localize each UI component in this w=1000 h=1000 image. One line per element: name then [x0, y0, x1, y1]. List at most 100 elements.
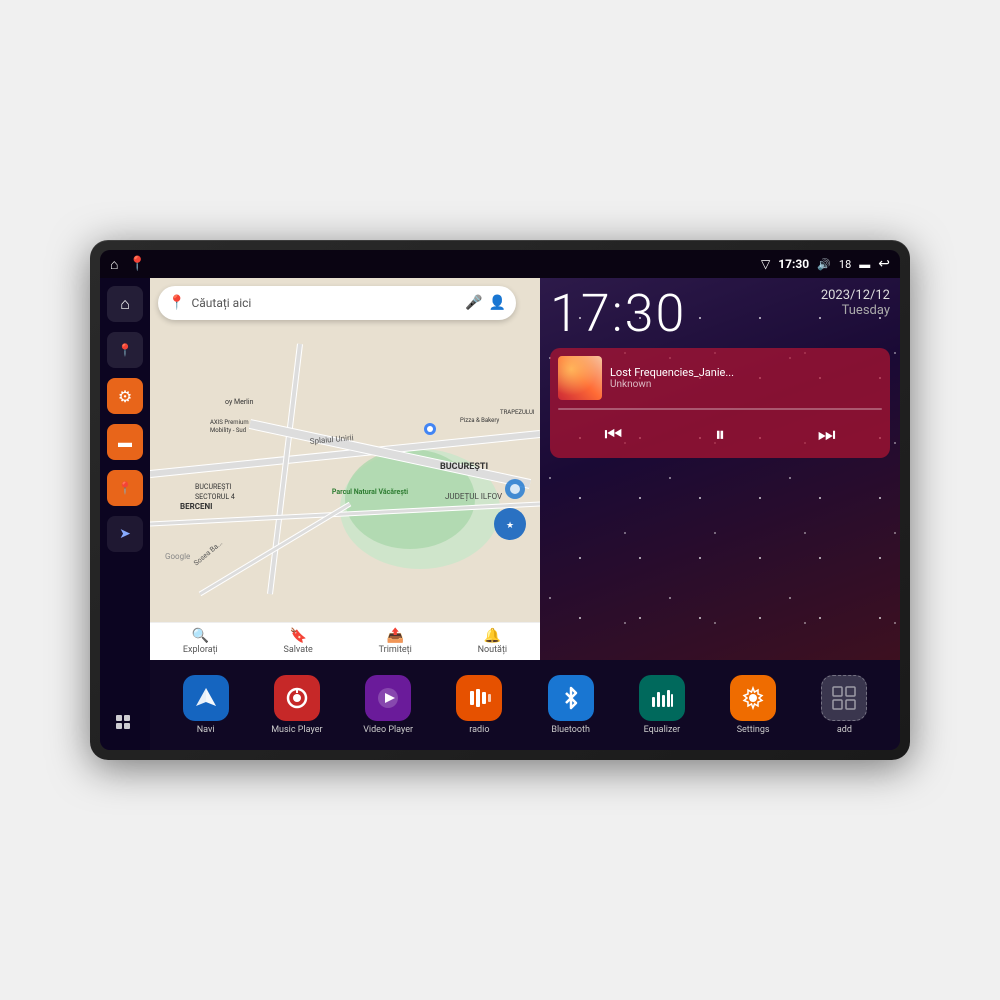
prev-button[interactable]: ⏮	[600, 418, 626, 450]
home-button[interactable]: ⌂	[107, 286, 143, 322]
clock-section: 17:30 2023/12/12 Tuesday	[550, 288, 890, 340]
location-icon: 📍	[118, 343, 133, 357]
next-button[interactable]: ⏭	[814, 418, 840, 450]
music-player-label: Music Player	[271, 725, 322, 735]
add-icon	[831, 685, 857, 711]
navi-icon-wrapper	[183, 675, 229, 721]
news-label: Noutăți	[478, 645, 508, 655]
svg-text:Mobility - Sud: Mobility - Sud	[210, 427, 246, 434]
radio-app[interactable]: radio	[449, 675, 509, 735]
radio-icon	[466, 685, 492, 711]
explore-icon: 🔍	[192, 628, 209, 644]
compass-icon: ➤	[119, 526, 131, 542]
gear-icon: ⚙	[118, 387, 132, 406]
map-view[interactable]: Splaiul Unirii BUCUREȘTI JUDEȚUL ILFOV B…	[150, 278, 540, 660]
video-icon	[375, 685, 401, 711]
center-area: 📍 Căutați aici 🎤 👤	[150, 278, 900, 750]
sidebar: ⌂ 📍 ⚙ ▬ 📍 ➤	[100, 278, 150, 750]
bluetooth-icon	[558, 685, 584, 711]
clock-date-day: Tuesday	[821, 303, 890, 318]
equalizer-label: Equalizer	[644, 725, 681, 735]
svg-text:Pizza & Bakery: Pizza & Bakery	[460, 417, 499, 424]
status-bar: ⌂ 📍 ▽ 17:30 🔊 18 ▬ ↩	[100, 250, 900, 278]
svg-text:SECTORUL 4: SECTORUL 4	[195, 493, 235, 501]
svg-text:★: ★	[506, 521, 514, 531]
files-button[interactable]: ▬	[107, 424, 143, 460]
navi-app[interactable]: Navi	[176, 675, 236, 735]
music-artist: Unknown	[610, 379, 882, 390]
clock-date-main: 2023/12/12	[821, 288, 890, 303]
album-art	[558, 356, 602, 400]
wifi-icon: ▽	[761, 257, 770, 271]
status-left: ⌂ 📍	[110, 256, 146, 273]
svg-text:Google: Google	[165, 552, 190, 561]
map-explore-button[interactable]: 🔍 Explorați	[183, 628, 218, 655]
map-icon: 📍	[118, 481, 133, 495]
bluetooth-app[interactable]: Bluetooth	[541, 675, 601, 735]
settings-icon-wrapper	[730, 675, 776, 721]
map-panel: 📍 Căutați aici 🎤 👤	[150, 278, 540, 660]
map-saved-button[interactable]: 🔖 Salvate	[284, 628, 313, 655]
music-controls: ⏮ ⏸ ⏭	[558, 418, 882, 450]
add-label: add	[837, 725, 852, 735]
folder-icon: ▬	[118, 434, 132, 451]
maps2-button[interactable]: 📍	[107, 470, 143, 506]
svg-text:JUDEȚUL ILFOV: JUDEȚUL ILFOV	[445, 492, 502, 501]
clock-time: 17:30	[550, 288, 686, 340]
battery-icon: ▬	[859, 258, 870, 271]
svg-text:BUCUREȘTI: BUCUREȘTI	[195, 483, 232, 491]
radio-label: radio	[469, 725, 489, 735]
svg-text:BUCUREȘTI: BUCUREȘTI	[440, 462, 488, 472]
settings-app[interactable]: Settings	[723, 675, 783, 735]
maps-status-icon[interactable]: 📍	[128, 256, 145, 272]
send-label: Trimiteți	[379, 645, 412, 655]
bluetooth-label: Bluetooth	[551, 725, 590, 735]
back-icon[interactable]: ↩	[878, 256, 890, 272]
google-maps-icon: 📍	[168, 295, 185, 311]
app-grid: Navi Music Player	[150, 660, 900, 750]
status-right: ▽ 17:30 🔊 18 ▬ ↩	[761, 256, 890, 272]
compass-button[interactable]: ➤	[107, 516, 143, 552]
map-send-button[interactable]: 📤 Trimiteți	[379, 628, 412, 655]
user-icon[interactable]: 👤	[489, 295, 506, 311]
svg-text:Parcul Natural Văcărești: Parcul Natural Văcărești	[332, 488, 408, 497]
svg-text:TRAPEZULUI: TRAPEZULUI	[500, 409, 535, 416]
mic-icon[interactable]: 🎤	[465, 295, 482, 311]
music-text: Lost Frequencies_Janie... Unknown	[610, 366, 882, 390]
home-status-icon[interactable]: ⌂	[110, 256, 118, 273]
settings-label: Settings	[737, 725, 770, 735]
music-player-app[interactable]: Music Player	[267, 675, 327, 735]
bluetooth-icon-wrapper	[548, 675, 594, 721]
add-app[interactable]: add	[814, 675, 874, 735]
music-progress-bar[interactable]	[558, 408, 882, 410]
map-news-button[interactable]: 🔔 Noutăți	[478, 628, 508, 655]
navi-icon	[192, 684, 220, 712]
apps-grid-button[interactable]	[107, 706, 143, 742]
play-pause-button[interactable]: ⏸	[711, 418, 729, 450]
top-section: 📍 Căutați aici 🎤 👤	[150, 278, 900, 660]
volume-icon: 🔊	[817, 258, 831, 271]
saved-label: Salvate	[284, 645, 313, 655]
equalizer-app[interactable]: Equalizer	[632, 675, 692, 735]
music-title: Lost Frequencies_Janie...	[610, 366, 882, 379]
maps-button[interactable]: 📍	[107, 332, 143, 368]
video-player-app[interactable]: Video Player	[358, 675, 418, 735]
map-search-bar[interactable]: 📍 Căutați aici 🎤 👤	[158, 286, 516, 320]
status-time: 17:30	[778, 257, 809, 271]
settings-icon	[740, 685, 766, 711]
grid-icon	[115, 714, 135, 734]
music-info: Lost Frequencies_Janie... Unknown	[558, 356, 882, 400]
music-player: Lost Frequencies_Janie... Unknown ⏮ ⏸ ⏭	[550, 348, 890, 458]
car-head-unit: ⌂ 📍 ▽ 17:30 🔊 18 ▬ ↩ ⌂ 📍	[90, 240, 910, 760]
video-player-label: Video Player	[363, 725, 413, 735]
explore-label: Explorați	[183, 645, 218, 655]
svg-text:oy Merlin: oy Merlin	[225, 398, 254, 406]
news-icon: 🔔	[484, 628, 501, 644]
svg-text:AXIS Premium: AXIS Premium	[210, 419, 249, 426]
music-icon	[284, 685, 310, 711]
home-icon: ⌂	[120, 294, 130, 314]
map-bottom-nav: 🔍 Explorați 🔖 Salvate 📤 Trimiteți	[150, 622, 540, 660]
right-panel: 17:30 2023/12/12 Tuesday	[540, 278, 900, 660]
search-placeholder[interactable]: Căutați aici	[191, 296, 459, 310]
settings-button[interactable]: ⚙	[107, 378, 143, 414]
